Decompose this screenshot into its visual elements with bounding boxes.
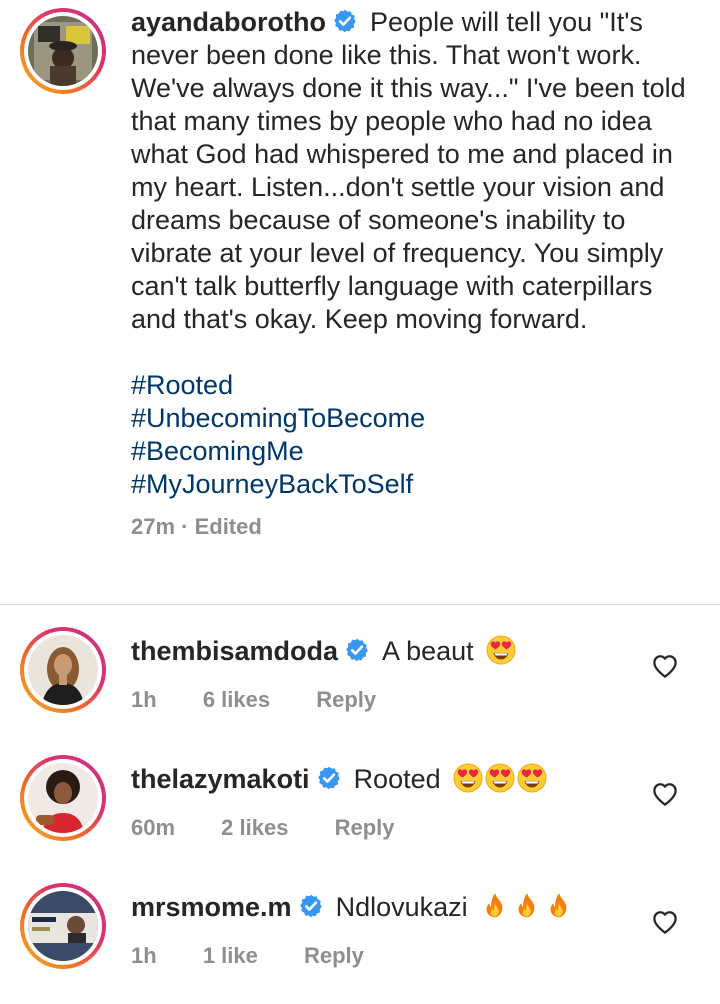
hashtag-link[interactable]: #UnbecomingToBecome [131, 402, 691, 435]
heart-outline-icon[interactable] [650, 907, 680, 937]
hashtag-link[interactable]: #BecomingMe [131, 435, 691, 468]
comment-meta: 1h 6 likes Reply [131, 685, 376, 715]
comment-message: A beaut [382, 636, 474, 666]
heart-eyes-emoji-icon [453, 763, 483, 793]
verified-badge-icon [316, 765, 342, 791]
heart-eyes-emoji-icon [486, 635, 516, 665]
comment-item: mrsmome.m Ndlovukazi 1h 1 like Reply [0, 879, 720, 1004]
comment-message: Rooted [353, 764, 441, 794]
heart-outline-icon[interactable] [650, 779, 680, 809]
comment-avatar[interactable] [20, 755, 106, 841]
heart-eyes-emoji-icon [517, 763, 547, 793]
comment-avatar[interactable] [20, 627, 106, 713]
hashtag-link[interactable]: #Rooted [131, 369, 691, 402]
hashtag-list: #Rooted #UnbecomingToBecome #BecomingMe … [131, 369, 691, 501]
comment-likes[interactable]: 1 like [203, 941, 258, 971]
divider [0, 604, 720, 605]
caption-username[interactable]: ayandaborotho [131, 7, 326, 37]
comment-text: thembisamdoda A beaut [131, 633, 631, 669]
comment-username[interactable]: thelazymakoti [131, 764, 310, 794]
fire-emoji-icon [512, 891, 542, 921]
comment-meta: 60m 2 likes Reply [131, 813, 395, 843]
caption-body: People will tell you "It's never been do… [131, 7, 686, 334]
avatar-image [28, 763, 98, 833]
comment-time: 60m [131, 815, 176, 840]
comment-time: 1h [131, 943, 157, 968]
reply-button[interactable]: Reply [316, 685, 376, 715]
avatar-image [28, 16, 98, 86]
comment-avatar[interactable] [20, 883, 106, 969]
heart-eyes-emoji-icon [485, 763, 515, 793]
avatar-image [28, 891, 98, 961]
verified-badge-icon [298, 893, 324, 919]
comment-likes[interactable]: 2 likes [221, 813, 288, 843]
caption-avatar[interactable] [20, 8, 106, 94]
avatar-image [28, 635, 98, 705]
post-caption: ayandaborotho People will tell you "It's … [0, 0, 720, 604]
comment-item: thelazymakoti Rooted 60m 2 likes Reply [0, 751, 720, 876]
comment-time: 1h [131, 687, 157, 712]
fire-emoji-icon [480, 891, 510, 921]
verified-badge-icon [332, 8, 358, 34]
verified-badge-icon [344, 637, 370, 663]
heart-outline-icon[interactable] [650, 651, 680, 681]
comment-text: mrsmome.m Ndlovukazi [131, 889, 631, 925]
comment-username[interactable]: mrsmome.m [131, 892, 292, 922]
reply-button[interactable]: Reply [335, 813, 395, 843]
hashtag-link[interactable]: #MyJourneyBackToSelf [131, 468, 691, 501]
comment-text: thelazymakoti Rooted [131, 761, 631, 797]
comment-item: thembisamdoda A beaut 1h 6 likes Reply [0, 623, 720, 748]
caption-meta: 27m · Edited [131, 514, 262, 539]
comment-message: Ndlovukazi [335, 892, 468, 922]
fire-emoji-icon [544, 891, 574, 921]
comment-username[interactable]: thembisamdoda [131, 636, 338, 666]
caption-text-block: ayandaborotho People will tell you "It's … [131, 6, 691, 542]
comment-likes[interactable]: 6 likes [203, 685, 270, 715]
comment-meta: 1h 1 like Reply [131, 941, 364, 971]
reply-button[interactable]: Reply [304, 941, 364, 971]
